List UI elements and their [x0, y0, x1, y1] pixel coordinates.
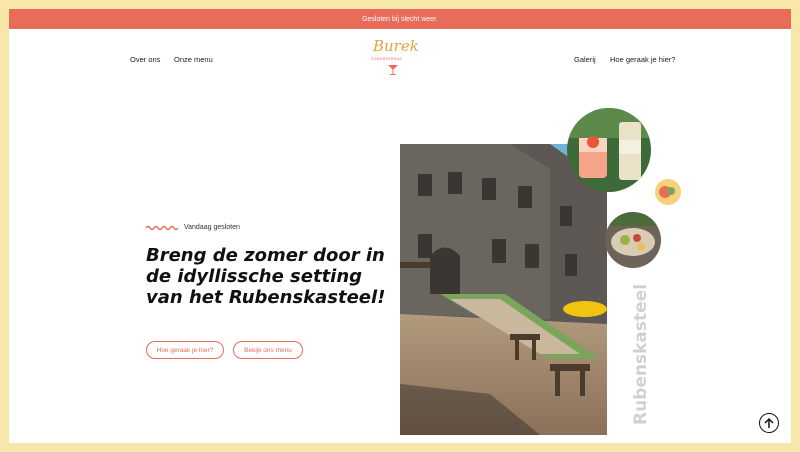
- nav-item-over-ons[interactable]: Over ons: [130, 55, 160, 64]
- arrow-up-circle-icon: [764, 417, 774, 428]
- route-button[interactable]: Hoe geraak je hier?: [146, 341, 224, 359]
- gallery-circle-drinks: [567, 108, 651, 192]
- status-text: Vandaag gesloten: [184, 224, 240, 231]
- nav-item-hoe-geraak-je-hier[interactable]: Hoe geraak je hier?: [610, 55, 675, 64]
- menu-button[interactable]: Bekijk ons menu: [233, 341, 303, 359]
- cocktail-glass-icon: [388, 65, 398, 75]
- banner-text: Gesloten bij slecht weer.: [362, 15, 438, 23]
- gallery-circle-small: [655, 179, 681, 205]
- vertical-location-label: Rubenskasteel: [631, 283, 651, 425]
- logo[interactable]: Burek ZOMERTERRAS: [365, 37, 421, 81]
- gallery-circle-food: [605, 212, 661, 268]
- logo-wordmark: Burek: [373, 37, 419, 55]
- castle-photo: [400, 144, 607, 435]
- announcement-banner: Gesloten bij slecht weer.: [9, 9, 791, 29]
- nav-item-onze-menu[interactable]: Onze menu: [174, 55, 213, 64]
- scroll-to-top-button[interactable]: [759, 413, 779, 433]
- hero-headline: Breng de zomer door in de idyllissche se…: [146, 245, 386, 308]
- wave-icon: [146, 225, 178, 230]
- opening-status: Vandaag gesloten: [146, 224, 240, 231]
- nav-item-galerij[interactable]: Galerij: [574, 55, 596, 64]
- page-frame: Gesloten bij slecht weer. Over ons Onze …: [9, 9, 791, 443]
- logo-tagline: ZOMERTERRAS: [371, 57, 403, 61]
